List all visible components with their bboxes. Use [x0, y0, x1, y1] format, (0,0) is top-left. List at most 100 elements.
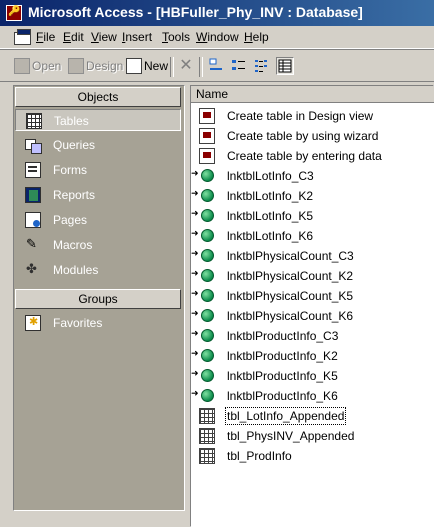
list-item-label: lnktblProductInfo_K2 — [227, 349, 338, 363]
list-item[interactable]: lnktblPhysicalCount_K2 — [191, 266, 434, 286]
objects-item-label: Queries — [53, 138, 96, 152]
linked-table-icon — [191, 388, 215, 404]
toolbar-separator — [199, 57, 203, 77]
objects-item-label: Macros — [53, 238, 93, 252]
small-icons-icon[interactable] — [230, 57, 248, 75]
linked-table-icon — [191, 288, 215, 304]
list-item[interactable]: lnktblProductInfo_K6 — [191, 386, 434, 406]
list-item[interactable]: lnktblPhysicalCount_C3 — [191, 246, 434, 266]
menu-insert[interactable]: Insert — [122, 30, 152, 44]
list-item[interactable]: Create table in Design view — [191, 106, 434, 126]
menu-view[interactable]: View — [91, 30, 117, 44]
list-item-label: lnktblLotInfo_K5 — [227, 209, 314, 223]
object-list[interactable]: Name Create table in Design view Create … — [190, 85, 434, 527]
table-icon — [26, 113, 42, 129]
new-icon — [126, 58, 142, 74]
list-item[interactable]: lnktblLotInfo_K6 — [191, 226, 434, 246]
groups-header[interactable]: Groups — [15, 289, 181, 309]
groups-item-favorites[interactable]: Favorites — [15, 312, 181, 334]
details-view-icon[interactable] — [276, 57, 294, 75]
objects-item-label: Forms — [53, 163, 87, 177]
design-label: Design — [86, 59, 124, 73]
column-header-name[interactable]: Name — [191, 86, 434, 103]
local-table-icon — [199, 448, 215, 464]
linked-table-icon — [191, 228, 215, 244]
report-icon — [25, 187, 41, 203]
wizard-shortcut-icon — [199, 148, 215, 164]
groups-item-label: Favorites — [53, 316, 103, 330]
list-item-label: lnktblLotInfo_C3 — [227, 169, 314, 183]
open-button[interactable]: Open — [14, 57, 61, 75]
menu-window[interactable]: Window — [196, 30, 239, 44]
list-item[interactable]: tbl_LotInfo_Appended — [191, 406, 434, 426]
linked-table-icon — [191, 348, 215, 364]
design-icon — [68, 58, 84, 74]
open-icon — [14, 58, 30, 74]
list-item[interactable]: lnktblPhysicalCount_K6 — [191, 306, 434, 326]
page-icon — [25, 212, 41, 228]
objects-item-queries[interactable]: Queries — [15, 134, 181, 156]
list-item[interactable]: tbl_PhysINV_Appended — [191, 426, 434, 446]
list-item-label: lnktblProductInfo_K5 — [227, 369, 338, 383]
design-button[interactable]: Design — [68, 57, 123, 75]
objects-item-label: Modules — [53, 263, 99, 277]
objects-item-modules[interactable]: Modules — [15, 259, 181, 281]
menu-help[interactable]: Help — [244, 30, 269, 44]
menu-tools[interactable]: Tools — [162, 30, 190, 44]
list-item[interactable]: lnktblProductInfo_C3 — [191, 326, 434, 346]
linked-table-icon — [191, 248, 215, 264]
window-border — [0, 83, 9, 527]
access-key-icon[interactable] — [6, 5, 22, 21]
new-label: New — [144, 59, 169, 73]
list-item[interactable]: lnktblLotInfo_C3 — [191, 166, 434, 186]
list-item-label: lnktblPhysicalCount_K6 — [227, 309, 354, 323]
list-item-label: Create table by entering data — [227, 149, 382, 163]
objects-item-macros[interactable]: Macros — [15, 234, 181, 256]
wizard-shortcut-icon — [199, 108, 215, 124]
query-icon — [25, 137, 42, 154]
list-item[interactable]: lnktblLotInfo_K5 — [191, 206, 434, 226]
favorites-icon — [25, 315, 41, 331]
delete-icon[interactable]: ✕ — [177, 57, 195, 75]
list-item-label: tbl_PhysINV_Appended — [227, 429, 355, 443]
list-item-label: lnktblPhysicalCount_C3 — [227, 249, 354, 263]
list-item-label: lnktblPhysicalCount_K2 — [227, 269, 354, 283]
objects-item-pages[interactable]: Pages — [15, 209, 181, 231]
objects-item-tables[interactable]: Tables — [15, 109, 181, 131]
objects-item-label: Reports — [53, 188, 96, 202]
list-item-label: Create table in Design view — [227, 109, 374, 123]
objects-item-forms[interactable]: Forms — [15, 159, 181, 181]
list-item[interactable]: lnktblProductInfo_K2 — [191, 346, 434, 366]
database-window-icon[interactable] — [14, 29, 31, 45]
module-icon — [25, 261, 41, 278]
objects-item-reports[interactable]: Reports — [15, 184, 181, 206]
list-item[interactable]: lnktblProductInfo_K5 — [191, 366, 434, 386]
window-title: Microsoft Access - [HBFuller_Phy_INV : D… — [28, 4, 363, 20]
menu-file[interactable]: File — [36, 30, 55, 44]
open-label: Open — [32, 59, 62, 73]
linked-table-icon — [191, 188, 215, 204]
linked-table-icon — [191, 168, 215, 184]
list-item-label: lnktblPhysicalCount_K5 — [227, 289, 354, 303]
menu-edit[interactable]: Edit — [63, 30, 84, 44]
list-item[interactable]: lnktblLotInfo_K2 — [191, 186, 434, 206]
menu-bar: File Edit View Insert Tools Window Help — [0, 26, 434, 49]
list-item[interactable]: lnktblPhysicalCount_K5 — [191, 286, 434, 306]
list-item-label: lnktblLotInfo_K2 — [227, 189, 314, 203]
form-icon — [25, 162, 41, 178]
list-view-icon[interactable] — [253, 57, 271, 75]
title-bar[interactable]: Microsoft Access - [HBFuller_Phy_INV : D… — [0, 0, 434, 26]
linked-table-icon — [191, 368, 215, 384]
database-toolbar: Open Design New ✕ — [0, 51, 434, 82]
large-icons-icon[interactable] — [207, 57, 225, 75]
list-item[interactable]: Create table by entering data — [191, 146, 434, 166]
list-item-label: tbl_ProdInfo — [227, 449, 292, 463]
objects-header[interactable]: Objects — [15, 87, 181, 107]
linked-table-icon — [191, 208, 215, 224]
new-button[interactable]: New — [126, 57, 168, 75]
local-table-icon — [199, 408, 215, 424]
list-item-label: lnktblLotInfo_K6 — [227, 229, 314, 243]
wizard-shortcut-icon — [199, 128, 215, 144]
list-item[interactable]: Create table by using wizard — [191, 126, 434, 146]
list-item[interactable]: tbl_ProdInfo — [191, 446, 434, 466]
